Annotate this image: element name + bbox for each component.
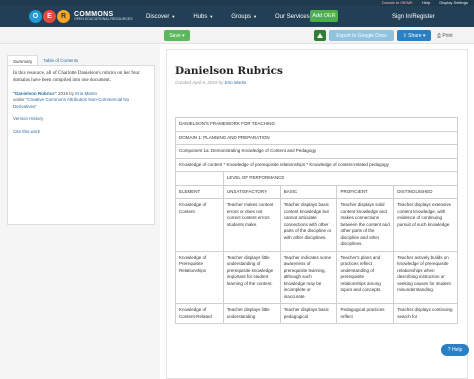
table-row: DANIELSON'S FRAMEWORK FOR TEACHING [175, 117, 458, 132]
table-cell: Teacher displays little understanding [222, 303, 281, 325]
sign-in-register-link[interactable]: Sign In/Register [392, 6, 435, 27]
logo-subtitle: OPEN EDUCATIONAL RESOURCES [74, 17, 133, 22]
nav-discover[interactable]: Discover ▼ [146, 14, 175, 20]
table-header-cell: PROFICIENT [336, 184, 395, 200]
table-cell: Teacher displays basic pedagogical [279, 303, 338, 325]
logo-letter-e: E [43, 10, 56, 23]
oer-commons-logo[interactable]: O E R COMMONS OPEN EDUCATIONAL RESOURCES [29, 8, 133, 25]
rubric-table: DANIELSON'S FRAMEWORK FOR TEACHING DOMAI… [175, 117, 459, 325]
share-button[interactable]: ⇪ Share ▾ [397, 30, 431, 41]
under-label: under [13, 97, 26, 103]
main-navigation: O E R COMMONS OPEN EDUCATIONAL RESOURCES… [0, 6, 474, 27]
summary-text: In this resource, all of Charlotte Danie… [13, 71, 140, 84]
export-to-google-docs-button[interactable]: Export to Google Docs [329, 30, 394, 41]
chevron-down-icon: ▼ [252, 13, 257, 19]
table-cell: Teacher displays basic content knowledge… [279, 198, 338, 252]
table-row: Component 1a: Demonstrating Knowledge of… [175, 144, 458, 159]
table-row: Knowledge of content * Knowledge of prer… [175, 157, 458, 173]
print-button[interactable]: ⎙ Print [437, 30, 453, 41]
donate-link[interactable]: Donate to ISKME [382, 0, 413, 5]
table-cell [175, 171, 224, 186]
table-cell: Knowledge of Content [175, 198, 224, 252]
summary-panel: In this resource, all of Charlotte Danie… [7, 65, 155, 225]
license-link[interactable]: "Creative Commons Attribution Non-Commer… [13, 97, 129, 109]
attribution: "Danielson Rubrics" 2019 by Erin Martin … [13, 91, 149, 111]
share-button-label: Share [408, 32, 422, 39]
created-author-link[interactable]: Erin Martin [225, 80, 247, 85]
logo-text: COMMONS OPEN EDUCATIONAL RESOURCES [74, 11, 133, 22]
table-cell: DANIELSON'S FRAMEWORK FOR TEACHING [175, 117, 458, 132]
sidebar: Summary Table of Contents In this resour… [0, 44, 160, 379]
add-oer-button[interactable]: Add OER [310, 10, 338, 22]
logo-letter-o: O [29, 10, 42, 23]
table-cell: Teacher displays little understanding of… [222, 250, 281, 305]
nav-our-services-label: Our Services [274, 13, 310, 20]
table-cell: Pedagogical practices reflect [336, 303, 395, 325]
save-button-label: Save [169, 32, 181, 39]
table-row: DOMAIN 1: PLANNING AND PREPARATION [175, 130, 458, 146]
save-button[interactable]: Save ▾ [164, 30, 190, 41]
chevron-down-icon: ▼ [209, 13, 214, 19]
work-title-link[interactable]: "Danielson Rubrics" [13, 91, 57, 96]
table-cell: Teacher displays continuing search for [393, 303, 458, 325]
table-cell: Teacher's plans and practices reflect un… [336, 250, 395, 305]
table-header-cell: DISTINGUISHED [393, 184, 458, 200]
table-cell: Knowledge of Content-Related [175, 303, 224, 325]
created-by: by [217, 80, 225, 85]
nav-discover-label: Discover [146, 13, 170, 20]
help-link[interactable]: Help [422, 0, 430, 5]
table-row: Knowledge of Content Teacher makes conte… [175, 198, 458, 252]
help-button[interactable]: ? Help [441, 344, 469, 356]
author-link[interactable]: Erin Martin [75, 91, 97, 96]
table-header-cell: ELEMENT [175, 184, 224, 200]
table-cell: DOMAIN 1: PLANNING AND PREPARATION [175, 130, 458, 146]
help-button-label: Help [451, 347, 463, 353]
table-cell: Teacher displays extensive content knowl… [393, 198, 458, 252]
table-header-row: ELEMENT UNSATISFACTORY BASIC PROFICIENT … [175, 184, 458, 200]
nav-menu: Discover▼ Hubs▼ Groups▼ Our Services▼ [146, 6, 334, 27]
table-row: LEVEL OF PERFORMANCE [175, 171, 459, 186]
table-header-cell: BASIC [279, 184, 338, 200]
table-row: Knowledge of Prerequisite Relationships … [175, 250, 458, 305]
table-cell: Knowledge of content * Knowledge of prer… [175, 157, 458, 173]
resource-toolbar: Save ▾ Export to Google Docs ⇪ Share ▾ ⎙… [0, 27, 474, 44]
created-date: April 6, 2019 [192, 80, 218, 85]
nav-hubs[interactable]: Hubs ▼ [193, 14, 213, 20]
table-cell: Teacher displays solid content knowledge… [336, 198, 395, 252]
table-cell: Component 1a: Demonstrating Knowledge of… [175, 144, 458, 159]
print-label: Print [442, 32, 453, 39]
table-header-cell: UNSATISFACTORY [222, 184, 281, 200]
table-cell: Knowledge of Prerequisite Relationships [175, 250, 224, 305]
nav-groups[interactable]: Groups ▼ [231, 14, 257, 20]
nav-groups-label: Groups [231, 13, 251, 20]
chevron-down-icon: ▼ [171, 13, 176, 19]
nav-hubs-label: Hubs [193, 13, 208, 20]
work-year: 2019 by [56, 90, 76, 96]
table-cell: Teacher indicates some awareness of prer… [279, 250, 338, 305]
page-title: Danielson Rubrics [175, 65, 283, 77]
table-cell: Teacher actively builds on knowledge of … [393, 250, 458, 305]
created-info: Created April 6, 2019 by Erin Martin [175, 80, 246, 85]
created-prefix: Created [175, 80, 193, 85]
table-row: Knowledge of Content-Related Teacher dis… [175, 303, 458, 325]
table-cell: Teacher makes content errors or does not… [222, 198, 281, 252]
logo-letter-r: R [57, 10, 70, 23]
display-settings-link[interactable]: Display Settings [439, 0, 468, 5]
table-cell: LEVEL OF PERFORMANCE [222, 171, 459, 186]
cite-this-work-link[interactable]: Cite this work [13, 129, 149, 136]
version-history-link[interactable]: Version History [13, 116, 149, 123]
google-drive-icon[interactable] [314, 30, 326, 41]
